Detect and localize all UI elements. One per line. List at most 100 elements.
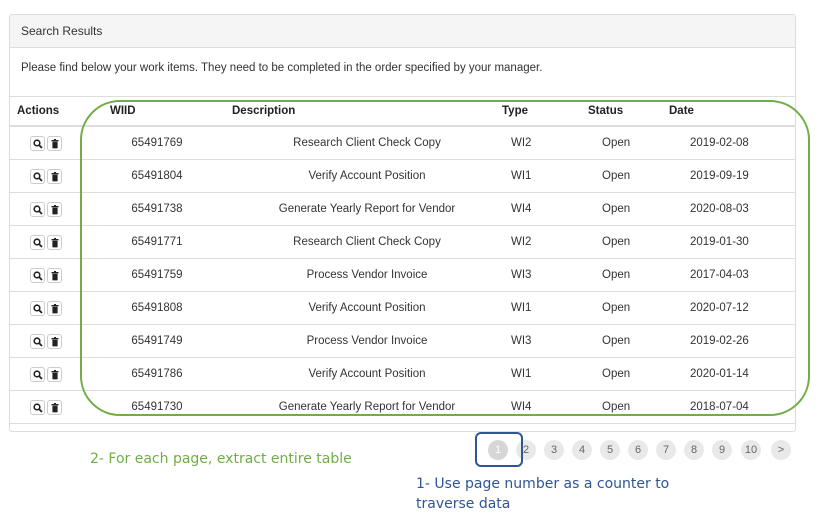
- row-actions: [10, 258, 82, 292]
- cell-wiid: 65491759: [82, 258, 232, 292]
- table-row: 65491769 Research Client Check Copy WI2 Ope…: [10, 126, 795, 160]
- view-button[interactable]: [30, 399, 45, 415]
- cell-type: WI3: [502, 258, 582, 292]
- page-button-4[interactable]: 4: [572, 440, 592, 460]
- table-header-row: Actions WIID Description Type Status Dat…: [10, 97, 795, 127]
- page-next-button[interactable]: >: [771, 440, 791, 460]
- cell-status: Open: [582, 390, 662, 424]
- table-row: 65491771 Research Client Check Copy WI2 Ope…: [10, 225, 795, 259]
- row-actions: [10, 324, 82, 358]
- cell-status: Open: [582, 225, 662, 259]
- row-actions: [10, 423, 82, 431]
- cell-date: 2020-07-15: [662, 423, 795, 431]
- annotation-extract-table: 2- For each page, extract entire table: [90, 451, 352, 467]
- table-row: 65491730 Generate Yearly Report for Vendo…: [10, 390, 795, 424]
- page-button-7[interactable]: 7: [656, 440, 676, 460]
- cell-type: WI5: [502, 423, 582, 431]
- header-type[interactable]: Type: [502, 97, 582, 127]
- cell-wiid: 65491722: [82, 423, 232, 431]
- annotation-page-counter-line1: 1- Use page number as a counter to: [416, 476, 670, 492]
- cell-wiid: 65491786: [82, 357, 232, 391]
- cell-status: Open: [582, 258, 662, 292]
- table-row: 65491808 Verify Account Position WI1 Open 20…: [10, 291, 795, 325]
- page-button-10[interactable]: 10: [741, 440, 761, 460]
- panel-description: Please find below your work items. They …: [10, 48, 795, 97]
- delete-button[interactable]: [47, 333, 62, 349]
- view-button[interactable]: [30, 201, 45, 217]
- row-actions: [10, 126, 82, 160]
- cell-wiid: 65491738: [82, 192, 232, 226]
- table-row: 65491722Calculate Client Security HashWI…: [10, 423, 795, 431]
- delete-button[interactable]: [47, 300, 62, 316]
- view-button[interactable]: [30, 234, 45, 250]
- table-row: 65491738 Generate Yearly Report for Vendo…: [10, 192, 795, 226]
- view-button[interactable]: [30, 333, 45, 349]
- cell-date: 2020-08-03: [662, 192, 795, 226]
- cell-description: Process Vendor Invoice: [232, 258, 502, 292]
- table-row: 65491804 Verify Account Position WI1 Open 20…: [10, 159, 795, 193]
- cell-status: Open: [582, 159, 662, 193]
- cell-date: 2019-01-30: [662, 225, 795, 259]
- delete-button[interactable]: [47, 234, 62, 250]
- header-actions: Actions: [10, 97, 82, 127]
- cell-wiid: 65491769: [82, 126, 232, 160]
- page-number-highlight-annotation: [475, 432, 523, 467]
- cell-wiid: 65491804: [82, 159, 232, 193]
- cell-status: Open: [582, 357, 662, 391]
- cell-status: Open: [582, 126, 662, 160]
- cell-type: WI4: [502, 390, 582, 424]
- row-actions: [10, 390, 82, 424]
- cell-date: 2020-07-12: [662, 291, 795, 325]
- delete-button[interactable]: [47, 201, 62, 217]
- delete-button[interactable]: [47, 399, 62, 415]
- cell-description: Generate Yearly Report for Vendor: [232, 192, 502, 226]
- page-button-5[interactable]: 5: [600, 440, 620, 460]
- cell-type: WI3: [502, 324, 582, 358]
- cell-date: 2017-04-03: [662, 258, 795, 292]
- cell-date: 2019-02-26: [662, 324, 795, 358]
- delete-button[interactable]: [47, 366, 62, 382]
- row-actions: [10, 291, 82, 325]
- header-description[interactable]: Description: [232, 97, 502, 127]
- page-button-8[interactable]: 8: [684, 440, 704, 460]
- cell-type: WI1: [502, 159, 582, 193]
- panel-title: Search Results: [10, 15, 795, 48]
- cell-description: Process Vendor Invoice: [232, 324, 502, 358]
- cell-description: Generate Yearly Report for Vendor: [232, 390, 502, 424]
- cell-description: Research Client Check Copy: [232, 225, 502, 259]
- page-button-9[interactable]: 9: [712, 440, 732, 460]
- cell-wiid: 65491730: [82, 390, 232, 424]
- cell-type: WI4: [502, 192, 582, 226]
- delete-button[interactable]: [47, 135, 62, 151]
- cell-wiid: 65491771: [82, 225, 232, 259]
- annotation-page-counter: 1- Use page number as a counter to trave…: [416, 474, 669, 514]
- page-button-6[interactable]: 6: [628, 440, 648, 460]
- page-button-3[interactable]: 3: [544, 440, 564, 460]
- cell-wiid: 65491749: [82, 324, 232, 358]
- row-actions: [10, 357, 82, 391]
- view-button[interactable]: [30, 300, 45, 316]
- header-status[interactable]: Status: [582, 97, 662, 127]
- view-button[interactable]: [30, 267, 45, 283]
- annotation-page-counter-line2: traverse data: [416, 496, 511, 512]
- cell-status: Open: [582, 192, 662, 226]
- cell-description: Research Client Check Copy: [232, 126, 502, 160]
- cell-date: 2018-07-04: [662, 390, 795, 424]
- header-date[interactable]: Date: [662, 97, 795, 127]
- view-button[interactable]: [30, 168, 45, 184]
- table-row: 65491786 Verify Account Position WI1 Open 20…: [10, 357, 795, 391]
- cell-status: Open: [582, 423, 662, 431]
- cell-type: WI2: [502, 126, 582, 160]
- delete-button[interactable]: [47, 168, 62, 184]
- view-button[interactable]: [30, 135, 45, 151]
- table-row: 65491759 Process Vendor Invoice WI3 Open 201…: [10, 258, 795, 292]
- view-button[interactable]: [30, 366, 45, 382]
- cell-date: 2019-02-08: [662, 126, 795, 160]
- delete-button[interactable]: [47, 267, 62, 283]
- cell-wiid: 65491808: [82, 291, 232, 325]
- cell-description: Verify Account Position: [232, 159, 502, 193]
- header-wiid[interactable]: WIID: [82, 97, 232, 127]
- cell-date: 2020-01-14: [662, 357, 795, 391]
- row-actions: [10, 159, 82, 193]
- cell-status: Open: [582, 291, 662, 325]
